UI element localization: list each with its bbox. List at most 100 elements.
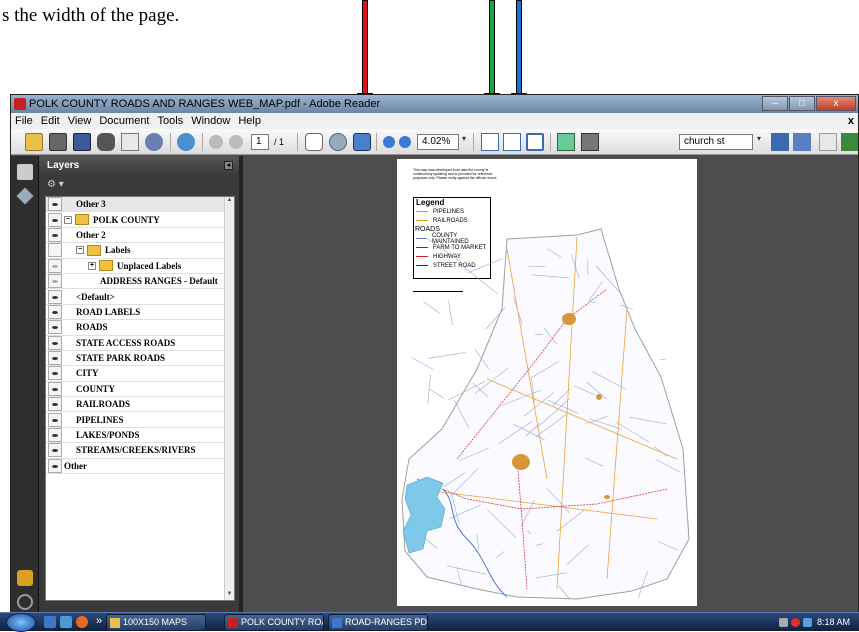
layer-row[interactable]: ROAD LABELS: [46, 305, 234, 320]
layer-row[interactable]: RAILROADS: [46, 397, 234, 412]
full-screen-icon[interactable]: [581, 133, 599, 151]
menu-view[interactable]: View: [68, 113, 92, 129]
zoom-in-icon[interactable]: [399, 136, 411, 148]
collaborate-icon[interactable]: [177, 133, 195, 151]
minimize-button[interactable]: –: [762, 96, 788, 111]
print-icon[interactable]: [49, 133, 67, 151]
layer-row[interactable]: STREAMS/CREEKS/RIVERS: [46, 443, 234, 458]
scroll-up-icon[interactable]: ▲: [225, 197, 234, 206]
expand-toggle-icon[interactable]: +: [88, 262, 96, 270]
zoom-level-input[interactable]: 4.02%: [417, 134, 459, 150]
attachments-icon[interactable]: [17, 594, 33, 610]
actual-size-icon[interactable]: [481, 133, 499, 151]
zoom-in-tool-icon[interactable]: [353, 133, 371, 151]
document-canvas[interactable]: This map was developed from data the cou…: [243, 156, 859, 614]
read-mode-icon[interactable]: [557, 133, 575, 151]
volume-icon[interactable]: [803, 618, 812, 627]
help-icon[interactable]: [819, 133, 837, 151]
visibility-eye-icon[interactable]: [48, 413, 62, 427]
collapse-panel-button[interactable]: ◂: [224, 161, 233, 170]
visibility-eye-icon[interactable]: [48, 443, 62, 457]
next-page-icon[interactable]: [229, 135, 243, 149]
sign-icon[interactable]: [145, 133, 163, 151]
pages-icon[interactable]: [17, 164, 33, 180]
layer-list-scrollbar[interactable]: ▲ ▼: [224, 197, 234, 600]
search-next-icon[interactable]: [771, 133, 789, 151]
fit-page-icon[interactable]: [526, 133, 544, 151]
fit-width-icon[interactable]: [503, 133, 521, 151]
hand-tool-icon[interactable]: [305, 133, 323, 151]
visibility-eye-icon[interactable]: [48, 382, 62, 396]
layer-row[interactable]: −Labels: [46, 243, 234, 258]
visibility-eye-icon[interactable]: [48, 259, 62, 273]
layer-row[interactable]: Other 3: [46, 197, 234, 212]
visibility-eye-icon[interactable]: [48, 290, 62, 304]
layers-icon[interactable]: [17, 188, 34, 205]
save-icon[interactable]: [73, 133, 91, 151]
close-document-button[interactable]: x: [848, 113, 854, 129]
menu-tools[interactable]: Tools: [158, 113, 184, 129]
visibility-eye-icon[interactable]: [48, 213, 62, 227]
marquee-zoom-icon[interactable]: [329, 133, 347, 151]
layer-row[interactable]: Other 2: [46, 228, 234, 243]
maximize-button[interactable]: □: [789, 96, 815, 111]
menu-edit[interactable]: Edit: [41, 113, 60, 129]
toolbar-more-icon[interactable]: [841, 133, 859, 151]
layer-row[interactable]: COUNTY: [46, 382, 234, 397]
menu-document[interactable]: Document: [99, 113, 149, 129]
layer-row[interactable]: STATE ACCESS ROADS: [46, 336, 234, 351]
zoom-out-icon[interactable]: [383, 136, 395, 148]
ie-icon[interactable]: [60, 616, 72, 628]
layer-row[interactable]: ROADS: [46, 320, 234, 335]
visibility-eye-icon[interactable]: [48, 197, 62, 211]
layer-row[interactable]: LAKES/PONDS: [46, 428, 234, 443]
visibility-eye-icon[interactable]: [48, 336, 62, 350]
taskbar-button-road-ranges[interactable]: ROAD-RANGES PDF...: [328, 614, 428, 631]
title-bar[interactable]: POLK COUNTY ROADS AND RANGES WEB_MAP.pdf…: [11, 95, 858, 113]
expand-toggle-icon[interactable]: −: [76, 246, 84, 254]
menu-file[interactable]: File: [15, 113, 33, 129]
open-folder-icon[interactable]: [25, 133, 43, 151]
show-desktop-icon[interactable]: [44, 616, 56, 628]
visibility-eye-icon[interactable]: [48, 459, 62, 473]
page-number-input[interactable]: 1: [251, 134, 269, 150]
layer-row[interactable]: STATE PARK ROADS: [46, 351, 234, 366]
start-button[interactable]: [6, 613, 36, 632]
antivirus-icon[interactable]: [791, 618, 800, 627]
visibility-eye-icon[interactable]: [48, 320, 62, 334]
layer-row[interactable]: Other: [46, 459, 234, 474]
visibility-eye-icon[interactable]: [48, 228, 62, 242]
layer-row[interactable]: +Unplaced Labels: [46, 259, 234, 274]
quicklaunch-more-icon[interactable]: »: [96, 615, 102, 627]
visibility-eye-icon[interactable]: [48, 366, 62, 380]
visibility-eye-icon[interactable]: [48, 243, 62, 257]
zoom-dropdown-icon[interactable]: ▾: [462, 134, 466, 143]
layers-options-button[interactable]: ⚙ ▾: [39, 176, 239, 194]
previous-page-icon[interactable]: [209, 135, 223, 149]
firefox-icon[interactable]: [76, 616, 88, 628]
expand-toggle-icon[interactable]: −: [64, 216, 72, 224]
taskbar-button-maps[interactable]: 100X150 MAPS: [106, 614, 206, 631]
layer-row[interactable]: <Default>: [46, 289, 234, 304]
network-icon[interactable]: [779, 618, 788, 627]
visibility-eye-icon[interactable]: [48, 351, 62, 365]
menu-window[interactable]: Window: [191, 113, 230, 129]
comments-icon[interactable]: [17, 570, 33, 586]
visibility-eye-icon[interactable]: [48, 274, 62, 288]
layer-row[interactable]: ADDRESS RANGES - Default: [46, 274, 234, 289]
search-dropdown-icon[interactable]: ▾: [757, 134, 761, 143]
layer-row[interactable]: −POLK COUNTY: [46, 212, 234, 227]
layer-row[interactable]: PIPELINES: [46, 412, 234, 427]
find-binoculars-icon[interactable]: [97, 133, 115, 151]
layer-row[interactable]: CITY: [46, 366, 234, 381]
scroll-down-icon[interactable]: ▼: [225, 591, 234, 600]
visibility-eye-icon[interactable]: [48, 305, 62, 319]
search-input[interactable]: church st: [679, 134, 753, 150]
visibility-eye-icon[interactable]: [48, 428, 62, 442]
visibility-eye-icon[interactable]: [48, 397, 62, 411]
menu-help[interactable]: Help: [238, 113, 261, 129]
close-button[interactable]: x: [816, 96, 856, 111]
email-icon[interactable]: [121, 133, 139, 151]
search-previous-icon[interactable]: [793, 133, 811, 151]
taskbar-button-polk-county[interactable]: POLK COUNTY ROA...: [224, 614, 324, 631]
